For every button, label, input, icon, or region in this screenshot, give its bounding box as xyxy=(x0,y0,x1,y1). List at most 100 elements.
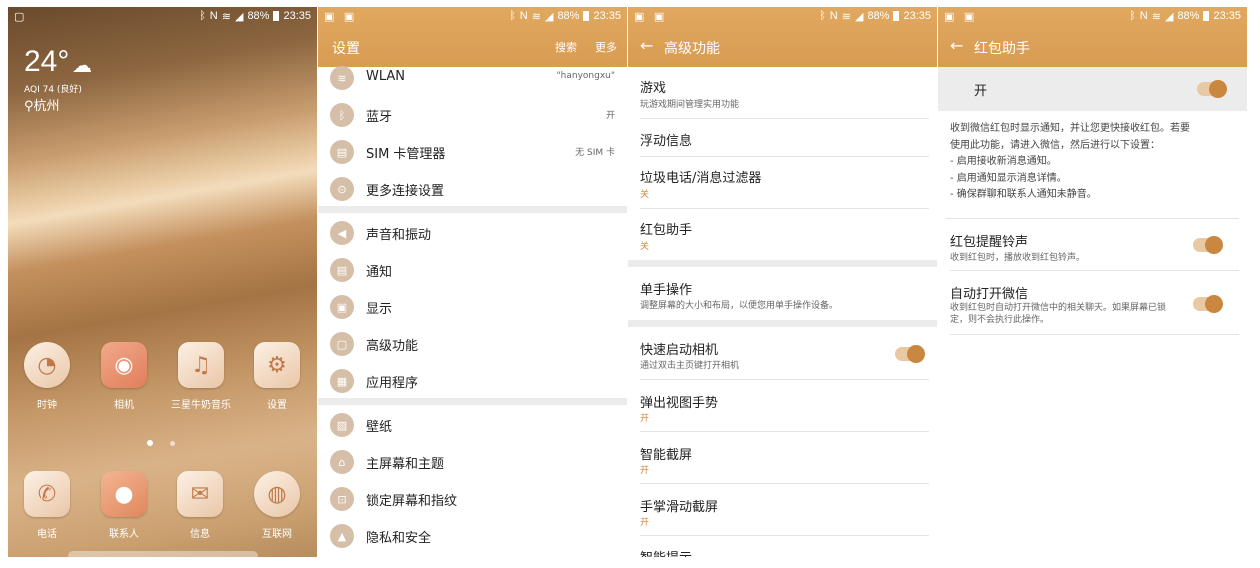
bluetooth-icon: ᛒ xyxy=(1129,10,1136,22)
description-line: 收到微信红包时显示通知，并让您更快接收红包。若要 xyxy=(950,123,1190,134)
status-time: 23:35 xyxy=(283,10,311,22)
item-state: 开 xyxy=(640,518,650,528)
app-label: 联系人 xyxy=(109,529,139,540)
dock-contacts[interactable]: ● 联系人 xyxy=(94,471,154,540)
item-label: 应用程序 xyxy=(366,376,419,391)
settings-item-sim[interactable]: ▤ SIM 卡管理器 无 SIM 卡 xyxy=(318,133,627,170)
settings-item-wlan[interactable]: ≋ WLAN "hanyongxu" xyxy=(318,59,627,96)
advanced-item-palm-swipe[interactable]: 手掌滑动截屏 开 xyxy=(640,484,929,536)
app-settings[interactable]: ⚙ 设置 xyxy=(247,342,307,411)
advanced-item-games[interactable]: 游戏 玩游戏期间管理实用功能 xyxy=(640,67,929,119)
wifi-icon: ≋ xyxy=(221,11,231,23)
battery-icon xyxy=(273,11,280,21)
advanced-item-red-packet[interactable]: 红包助手 关 xyxy=(640,209,929,261)
battery-percent: 88% xyxy=(247,10,270,22)
ringtone-row[interactable]: 红包提醒铃声 收到红包时，播放收到红包铃声。 xyxy=(950,219,1239,271)
section-divider xyxy=(628,260,937,267)
item-title: 快速启动相机 xyxy=(640,343,719,358)
item-title: 红包提醒铃声 xyxy=(950,235,1029,250)
dock-phone[interactable]: ✆ 电话 xyxy=(17,471,77,540)
status-bar: ▢ ᛒ N ≋ ◢ 88% 23:35 xyxy=(8,7,317,27)
item-title: 垃圾电话/消息过滤器 xyxy=(640,171,762,186)
app-clock[interactable]: ◔ 时钟 xyxy=(17,342,77,411)
quick-camera-toggle[interactable] xyxy=(895,345,925,363)
dock-edge xyxy=(68,551,258,557)
search-button[interactable]: 搜索 xyxy=(555,39,577,55)
advanced-item-one-hand[interactable]: 单手操作 调整屏幕的大小和布局，以便您用单手操作设备。 xyxy=(640,267,929,321)
settings-item-themes[interactable]: ⌂ 主屏幕和主题 xyxy=(318,443,627,480)
auto-open-toggle[interactable] xyxy=(1193,295,1223,313)
auto-open-row[interactable]: 自动打开微信 收到红包时自动打开微信中的相关聊天。如果屏幕已锁 定，则不会执行此… xyxy=(950,271,1239,335)
page-title: 红包助手 xyxy=(974,41,1030,57)
settings-item-sound[interactable]: ◀ 声音和振动 xyxy=(318,214,627,251)
settings-item-advanced[interactable]: ▢ 高级功能 xyxy=(318,325,627,362)
advanced-item-floating-messages[interactable]: 浮动信息 xyxy=(640,119,929,157)
page-indicator-home-icon[interactable] xyxy=(147,440,153,446)
description-line: - 启用接收新消息通知。 xyxy=(950,156,1057,167)
wifi-icon: ≋ xyxy=(841,11,851,23)
app-camera[interactable]: ◉ 相机 xyxy=(94,342,154,411)
settings-item-apps[interactable]: ▦ 应用程序 xyxy=(318,362,627,399)
signal-icon: ◢ xyxy=(1164,11,1174,23)
notification-icons: ▣ ▣ xyxy=(634,10,668,23)
advanced-item-quick-camera[interactable]: 快速启动相机 通过双击主页键打开相机 xyxy=(640,327,929,380)
dock-internet[interactable]: ◍ 互联网 xyxy=(247,471,307,540)
item-state: 开 xyxy=(640,414,650,424)
dock-messages[interactable]: ✉ 信息 xyxy=(170,471,230,540)
status-time: 23:35 xyxy=(1213,10,1241,22)
advanced-features-screen: ▣ ▣ ᛒ N ≋ ◢ 88% 23:35 ← 高级功能 游戏 玩游戏期间管理实… xyxy=(628,7,937,557)
ringtone-toggle[interactable] xyxy=(1193,236,1223,254)
settings-item-more-connections[interactable]: ⊙ 更多连接设置 xyxy=(318,170,627,207)
settings-item-lockscreen[interactable]: ⊡ 锁定屏幕和指纹 xyxy=(318,480,627,517)
advanced-icon: ▢ xyxy=(330,332,354,356)
advanced-item-popup-gesture[interactable]: 弹出视图手势 开 xyxy=(640,380,929,432)
advanced-header: ▣ ▣ ᛒ N ≋ ◢ 88% 23:35 ← 高级功能 xyxy=(628,7,937,67)
apps-icon: ▦ xyxy=(330,369,354,393)
red-packet-header: ▣ ▣ ᛒ N ≋ ◢ 88% 23:35 ← 红包助手 xyxy=(938,7,1247,67)
page-indicator-dot[interactable] xyxy=(170,441,175,446)
back-arrow-icon[interactable]: ← xyxy=(640,36,653,55)
item-title: 红包助手 xyxy=(640,223,693,238)
back-arrow-icon[interactable]: ← xyxy=(950,36,963,55)
app-label: 互联网 xyxy=(262,529,292,540)
master-switch-row[interactable]: 开 xyxy=(938,67,1247,111)
notification-icons: ▣ ▣ xyxy=(324,10,358,23)
settings-gear-icon: ⚙ xyxy=(254,342,300,388)
app-music[interactable]: ♫ 三星牛奶音乐 xyxy=(170,342,232,411)
weather-aqi: AQI 74 (良好) xyxy=(24,85,82,95)
page-title: 高级功能 xyxy=(664,41,720,57)
battery-icon xyxy=(1203,11,1210,21)
master-toggle[interactable] xyxy=(1197,80,1227,98)
advanced-item-smart-alert[interactable]: 智能提示 xyxy=(640,536,929,557)
weather-city[interactable]: ⚲杭州 xyxy=(24,95,60,114)
settings-item-bluetooth[interactable]: ᛒ 蓝牙 开 xyxy=(318,96,627,133)
status-bar: ▣ ▣ ᛒ N ≋ ◢ 88% 23:35 xyxy=(628,7,937,27)
weather-temperature[interactable]: 24° xyxy=(24,45,69,79)
status-icons: ᛒ N ≋ ◢ 88% 23:35 xyxy=(199,10,311,23)
nfc-icon: N xyxy=(829,10,838,22)
signal-icon: ◢ xyxy=(544,11,554,23)
item-value: 开 xyxy=(605,111,615,121)
item-subtitle: 收到红包时，播放收到红包铃声。 xyxy=(950,253,1086,263)
more-button[interactable]: 更多 xyxy=(595,39,617,55)
lock-icon: ⊡ xyxy=(330,487,354,511)
nfc-icon: N xyxy=(209,10,218,22)
settings-item-display[interactable]: ▣ 显示 xyxy=(318,288,627,325)
battery-icon xyxy=(893,11,900,21)
advanced-item-smart-capture[interactable]: 智能截屏 开 xyxy=(640,432,929,484)
settings-item-privacy[interactable]: ▲ 隐私和安全 xyxy=(318,517,627,554)
music-icon: ♫ xyxy=(178,342,224,388)
status-bar: ▣ ▣ ᛒ N ≋ ◢ 88% 23:35 xyxy=(938,7,1247,27)
description: 收到微信红包时显示通知，并让您更快接收红包。若要 使用此功能，请进入微信，然后进… xyxy=(950,121,1235,204)
status-icons: ᛒ N ≋ ◢ 88% 23:35 xyxy=(819,10,931,23)
cloud-icon: ☁ xyxy=(72,53,92,77)
item-label: 声音和振动 xyxy=(366,228,432,243)
settings-item-wallpaper[interactable]: ▨ 壁纸 xyxy=(318,406,627,443)
browser-icon: ◍ xyxy=(254,471,300,517)
item-subtitle: 通过双击主页键打开相机 xyxy=(640,361,740,371)
wifi-icon: ≋ xyxy=(1151,11,1161,23)
privacy-icon: ▲ xyxy=(330,524,354,548)
settings-item-notifications[interactable]: ▤ 通知 xyxy=(318,251,627,288)
advanced-item-spam-filter[interactable]: 垃圾电话/消息过滤器 关 xyxy=(640,157,929,209)
item-value: "hanyongxu" xyxy=(556,71,615,81)
